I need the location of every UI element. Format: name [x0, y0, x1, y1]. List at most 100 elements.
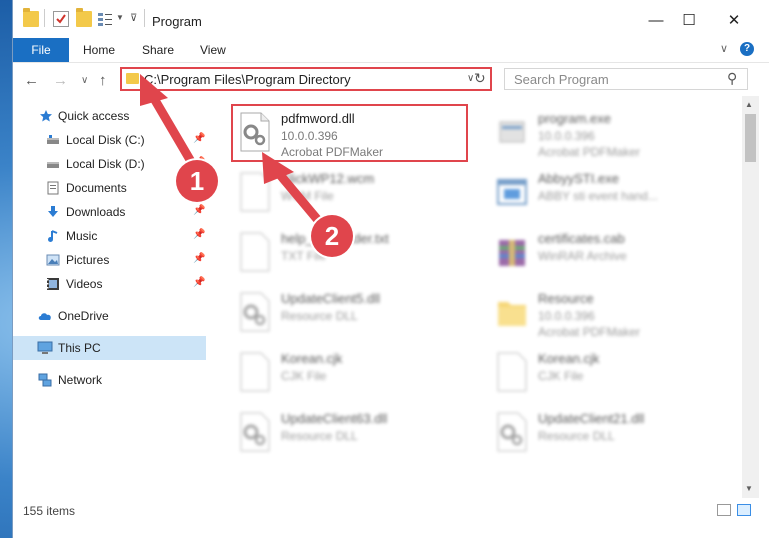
file-type: Resource DLL: [281, 309, 358, 323]
sidebar-item-label: Local Disk (D:): [66, 157, 145, 171]
status-bar: 155 items: [13, 498, 769, 522]
new-folder-icon[interactable]: [76, 8, 92, 27]
file-name: UpdateClient21.dll: [538, 411, 645, 426]
sidebar-item-this-pc[interactable]: This PC: [13, 336, 206, 360]
sidebar-item-quick-access[interactable]: Quick access: [13, 104, 206, 128]
recent-locations-button[interactable]: ∨: [81, 75, 88, 86]
title-bar: ▼ ⊽ Program — ☐ ✕: [13, 0, 769, 38]
sidebar-item-label: Videos: [66, 277, 103, 291]
network-icon: [37, 373, 52, 387]
sidebar-item-label: Local Disk (C:): [66, 133, 145, 147]
file-item[interactable]: Resource 10.0.0.396 Acrobat PDFMaker: [490, 284, 730, 340]
scroll-thumb[interactable]: [745, 114, 756, 162]
pin-icon[interactable]: 📌: [193, 277, 205, 288]
sidebar-item-label: Downloads: [66, 205, 126, 219]
pin-icon[interactable]: 📌: [193, 229, 205, 240]
back-button[interactable]: ←: [24, 72, 39, 89]
sidebar-item-label: Quick access: [58, 109, 130, 123]
file-item[interactable]: SlickWP12.wcm WCM File: [233, 164, 473, 220]
sidebar-item-pictures[interactable]: Pictures 📌: [13, 248, 206, 272]
file-description: Acrobat PDFMaker: [538, 325, 641, 339]
file-item[interactable]: UpdateClient21.dll Resource DLL: [490, 404, 730, 460]
dll-gear-icon: [239, 292, 271, 332]
file-version: 10.0.0.396: [538, 309, 595, 323]
sidebar-item-videos[interactable]: Videos 📌: [13, 272, 206, 296]
dll-gear-icon: [239, 412, 271, 452]
search-box[interactable]: Search Program ⚲: [504, 68, 748, 90]
sidebar-item-music[interactable]: Music 📌: [13, 224, 206, 248]
file-name: Korean.cjk: [538, 351, 600, 366]
customize-toolbar-icon[interactable]: ▼: [116, 13, 124, 22]
sidebar-item-onedrive[interactable]: OneDrive: [13, 304, 206, 328]
pin-icon[interactable]: 📌: [193, 133, 205, 144]
forward-button[interactable]: →: [53, 72, 68, 89]
blank-file-icon: [239, 232, 271, 272]
callout-2: 2: [311, 215, 353, 257]
file-type: Resource DLL: [538, 429, 615, 443]
file-item[interactable]: Korean.cjk CJK File: [490, 344, 730, 400]
file-item[interactable]: UpdateClient5.dll Resource DLL: [233, 284, 473, 340]
folder-icon: [23, 8, 39, 27]
sidebar-item-network[interactable]: Network: [13, 368, 206, 392]
search-icon[interactable]: ⚲: [727, 70, 737, 87]
file-name: UpdateClient63.dll: [281, 411, 388, 426]
large-icons-view-icon[interactable]: [737, 504, 751, 516]
pin-icon[interactable]: 📌: [193, 205, 205, 216]
address-bar[interactable]: C:\Program Files\Program Directory ∨: [120, 67, 492, 91]
sidebar-item-label: Documents: [66, 181, 127, 195]
file-name: program.exe: [538, 111, 611, 126]
close-button[interactable]: ✕: [719, 8, 749, 32]
file-item[interactable]: certificates.cab WinRAR Archive: [490, 224, 730, 280]
file-name: Resource: [538, 291, 594, 306]
file-item[interactable]: AbbyySTI.exe ABBY sti event hand...: [490, 164, 730, 220]
file-description: Acrobat PDFMaker: [538, 145, 641, 159]
sidebar-item-label: Pictures: [66, 253, 110, 267]
sidebar-item-label: OneDrive: [58, 309, 109, 323]
file-item[interactable]: UpdateClient63.dll Resource DLL: [233, 404, 473, 460]
documents-icon: [46, 181, 60, 195]
minimize-button[interactable]: —: [641, 8, 671, 32]
help-button[interactable]: ?: [740, 42, 754, 56]
file-explorer-window: ▼ ⊽ Program — ☐ ✕ File Home Share View ∨…: [12, 0, 769, 538]
refresh-button[interactable]: ↻: [474, 70, 486, 87]
tab-file[interactable]: File: [13, 38, 69, 62]
vertical-scrollbar[interactable]: ▲ ▼: [742, 96, 759, 498]
file-name: certificates.cab: [538, 231, 625, 246]
tab-view[interactable]: View: [200, 38, 226, 62]
sidebar-item-local-disk-c[interactable]: Local Disk (C:) 📌: [13, 128, 206, 152]
blank-file-icon: [496, 352, 528, 392]
file-item[interactable]: Korean.cjk CJK File: [233, 344, 473, 400]
exe-icon: [496, 112, 528, 152]
maximize-button[interactable]: ☐: [674, 8, 704, 32]
highlighted-file-box: [231, 104, 468, 162]
sidebar-item-downloads[interactable]: Downloads 📌: [13, 200, 206, 224]
file-item[interactable]: help_on_reader.txt TXT File: [233, 224, 473, 280]
search-input[interactable]: Search Program: [514, 72, 609, 87]
properties-icon[interactable]: [53, 11, 69, 27]
drive-icon: [46, 133, 60, 147]
tab-home[interactable]: Home: [83, 38, 115, 62]
item-count: 155 items: [23, 504, 76, 518]
details-view-icon[interactable]: [717, 504, 731, 516]
address-path[interactable]: C:\Program Files\Program Directory: [144, 72, 351, 87]
up-button[interactable]: ↑: [99, 72, 107, 89]
download-icon: [46, 205, 60, 219]
folder-icon: [126, 73, 139, 84]
pictures-icon: [46, 253, 60, 267]
file-name: SlickWP12.wcm: [281, 171, 375, 186]
videos-icon: [46, 277, 60, 291]
scroll-up-icon[interactable]: ▲: [745, 100, 753, 109]
divider: [44, 9, 45, 27]
blank-file-icon: [239, 172, 271, 212]
file-type: WCM File: [281, 189, 334, 203]
tab-share[interactable]: Share: [142, 38, 174, 62]
file-item[interactable]: program.exe 10.0.0.396 Acrobat PDFMaker: [490, 104, 730, 160]
chevron-down-icon[interactable]: ⊽: [130, 13, 137, 24]
navigation-bar: ← → ∨ ↑ C:\Program Files\Program Directo…: [13, 62, 769, 97]
scroll-down-icon[interactable]: ▼: [745, 484, 753, 493]
archive-icon: [496, 232, 528, 272]
view-options-icon[interactable]: [97, 11, 113, 27]
sidebar-item-label: Music: [66, 229, 98, 243]
pin-icon[interactable]: 📌: [193, 253, 205, 264]
expand-ribbon-icon[interactable]: ∨: [720, 42, 728, 55]
